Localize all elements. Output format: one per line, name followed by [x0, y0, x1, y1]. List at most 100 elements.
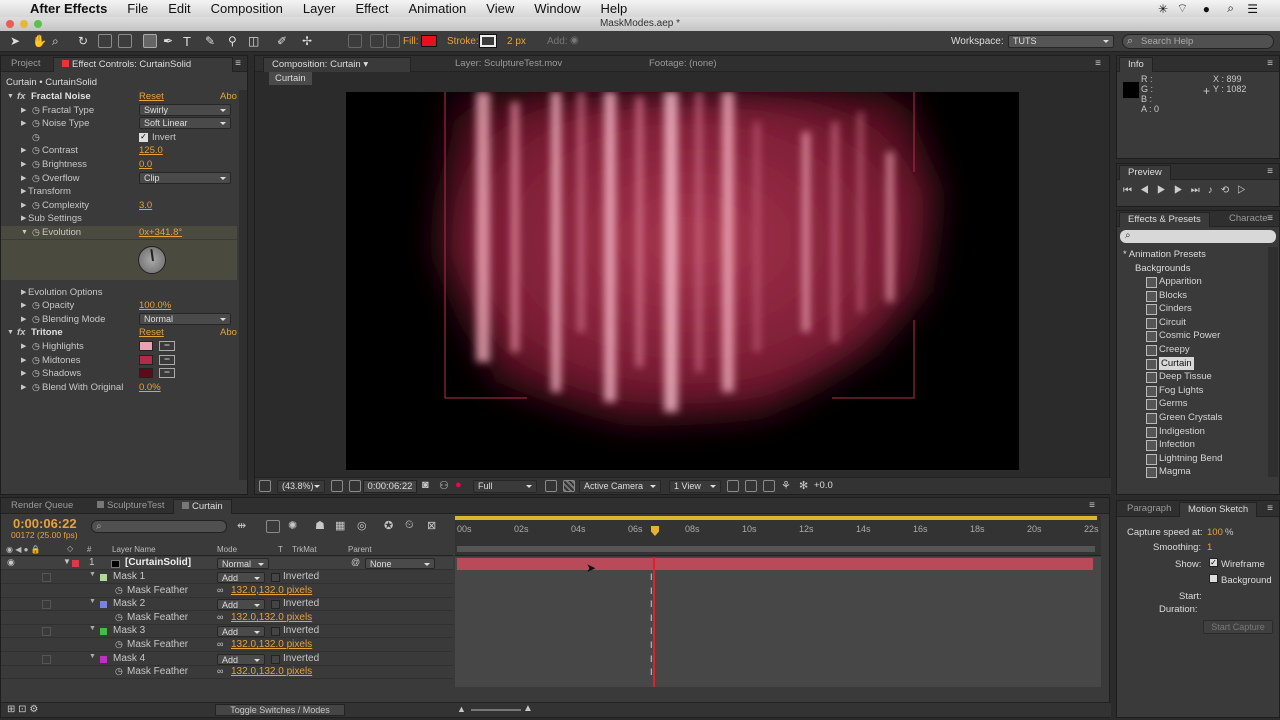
type-tool-icon[interactable]: T	[183, 34, 197, 49]
toggle-switches-modes-button[interactable]: Toggle Switches / Modes	[215, 704, 345, 716]
pan-behind-tool-icon[interactable]	[118, 34, 132, 48]
frame-blending-icon[interactable]: ▦	[335, 519, 345, 532]
mask-feather-row[interactable]: ◷ Mask Feather ∞ 132.0,132.0 pixels	[1, 639, 453, 652]
menu-window[interactable]: Window	[534, 1, 580, 16]
tab-effect-controls[interactable]: Effect Controls: CurtainSolid	[53, 57, 233, 72]
constrain-link-icon[interactable]: ∞	[217, 585, 223, 595]
comp-mini-flowchart-icon[interactable]: ⇹	[237, 519, 246, 532]
menu-composition[interactable]: Composition	[211, 1, 283, 16]
inverted-checkbox[interactable]	[271, 654, 280, 664]
twirl-icon[interactable]: ▶	[21, 340, 26, 353]
work-area-bar[interactable]	[455, 516, 1097, 520]
keyframe-marker[interactable]: I	[650, 626, 653, 636]
fill-swatch[interactable]	[421, 35, 437, 47]
twirl-icon[interactable]: ▶	[21, 299, 26, 312]
stroke-swatch[interactable]	[479, 34, 497, 48]
twirl-icon[interactable]: ▶	[21, 354, 26, 367]
stopwatch-icon[interactable]: ◷	[32, 172, 40, 185]
auto-keyframe-icon[interactable]: ⏲	[405, 519, 414, 532]
color-swatch[interactable]	[139, 354, 153, 365]
inverted-checkbox[interactable]	[271, 573, 280, 582]
loop-icon[interactable]: ⟲	[1221, 185, 1237, 196]
comp-viewer[interactable]	[346, 92, 1019, 470]
hide-shy-icon[interactable]: ☗	[315, 519, 325, 532]
constrain-link-icon[interactable]: ∞	[217, 639, 223, 649]
preset-item-selected[interactable]: Curtain	[1146, 356, 1194, 370]
tab-composition[interactable]: Composition: Curtain ▾	[263, 57, 411, 72]
effect-property-row[interactable]: ▶ ◷ Highlights ═	[1, 340, 237, 353]
tab-info[interactable]: Info	[1119, 57, 1153, 72]
ellipse-tool-icon[interactable]	[143, 34, 157, 48]
ram-preview-icon[interactable]: ▷	[1237, 185, 1254, 196]
hand-tool-icon[interactable]: ✋	[32, 34, 47, 48]
effect-property-select[interactable]: Clip	[139, 171, 231, 184]
stopwatch-icon[interactable]: ◷	[32, 104, 40, 117]
twirl-icon[interactable]: ▼	[7, 90, 14, 103]
app-menu[interactable]: After Effects	[30, 1, 107, 16]
tab-curtain[interactable]: Curtain	[173, 499, 232, 514]
scrollbar[interactable]	[239, 90, 247, 480]
lock-box[interactable]	[42, 600, 51, 610]
effect-property-row[interactable]: ◷ ✓ Invert	[1, 131, 237, 144]
puppet-tool-icon[interactable]: ✢	[302, 34, 316, 48]
mask-name[interactable]: Mask 2	[113, 598, 145, 609]
preset-item[interactable]: Creepy	[1146, 343, 1190, 356]
mask-feather-value[interactable]: 132.0,132.0 pixels	[231, 612, 312, 623]
eyedropper-icon[interactable]: ═	[159, 354, 175, 365]
current-time[interactable]: 0:00:06:22	[363, 480, 417, 493]
parent-select[interactable]: None	[365, 558, 435, 569]
comp-sub-tab[interactable]: Curtain	[269, 72, 312, 85]
effect-property-row[interactable]: ▶ ◷ Noise Type Soft Linear	[1, 117, 237, 130]
snapshot-icon[interactable]: ◙	[422, 479, 429, 491]
zoom-nav-bar[interactable]	[455, 544, 1101, 556]
spotlight-icon[interactable]: ⌕	[1227, 1, 1234, 16]
twirl-icon[interactable]: ▶	[21, 367, 26, 380]
stopwatch-icon[interactable]: ◷	[32, 313, 40, 326]
brightness-icon[interactable]: ✳	[1158, 2, 1168, 16]
audio-icon[interactable]: ♪	[1208, 185, 1221, 196]
tab-motion-sketch[interactable]: Motion Sketch	[1179, 502, 1258, 517]
snap-icon[interactable]	[386, 34, 400, 48]
twirl-icon[interactable]: ▶	[21, 286, 26, 299]
constrain-link-icon[interactable]: ∞	[217, 666, 223, 676]
mask-mode-select[interactable]: Add	[217, 572, 265, 583]
effect-property-row[interactable]: ▶ Sub Settings	[1, 212, 237, 225]
twirl-icon[interactable]: ▶	[21, 172, 26, 185]
twirl-open-icon[interactable]: ▼	[89, 598, 96, 605]
menu-layer[interactable]: Layer	[303, 1, 336, 16]
effect-property-row[interactable]: ▶ ◷ Overflow Clip	[1, 171, 237, 185]
mask-feather-value[interactable]: 132.0,132.0 pixels	[231, 666, 312, 677]
preset-item[interactable]: Magma	[1146, 465, 1191, 479]
brush-tool-icon[interactable]: ✎	[205, 34, 219, 48]
camera-tool-icon[interactable]	[98, 34, 112, 48]
menu-file[interactable]: File	[127, 1, 148, 16]
effect-property-value[interactable]: 0x+341.8°	[139, 226, 182, 239]
zoom-out-icon[interactable]: ▲	[457, 704, 466, 714]
twirl-icon[interactable]: ▶	[21, 158, 26, 171]
effect-property-row[interactable]: ▶ ◷ Brightness 0.0	[1, 158, 237, 171]
tab-effects-presets[interactable]: Effects & Presets	[1119, 212, 1210, 227]
twirl-icon[interactable]: ▶	[21, 144, 26, 157]
live-update-icon[interactable]	[266, 520, 280, 533]
effect-property-row[interactable]: ▼ fx Fractal Noise Reset Abo	[1, 90, 237, 103]
effect-property-select[interactable]: Swirly	[139, 103, 231, 116]
panel-menu-icon[interactable]: ≡	[1267, 166, 1273, 177]
stopwatch-icon[interactable]: ◷	[32, 367, 40, 380]
folder-animation-presets[interactable]: * Animation Presets	[1123, 248, 1206, 261]
lock-box[interactable]	[42, 654, 51, 664]
workspace-select[interactable]: TUTS	[1008, 35, 1114, 48]
draft-3d-icon[interactable]: ✺	[288, 519, 297, 532]
tab-sculpturetest[interactable]: SculptureTest	[89, 499, 173, 514]
stopwatch-icon[interactable]: ◷	[115, 639, 123, 650]
mask-mode-select[interactable]: Add	[217, 626, 265, 638]
channel-icon[interactable]: ●	[455, 479, 462, 491]
menu-edit[interactable]: Edit	[168, 1, 190, 16]
col-layer-name[interactable]: Layer Name	[112, 545, 156, 554]
mask-feather-row[interactable]: ◷ Mask Feather ∞ 132.0,132.0 pixels	[1, 612, 453, 625]
effect-property-row[interactable]: ▶ ◷ Blending Mode Normal	[1, 312, 237, 326]
stopwatch-icon[interactable]: ◷	[32, 199, 40, 212]
pick-whip-icon[interactable]: @	[351, 557, 360, 567]
roto-brush-tool-icon[interactable]: ✐	[277, 34, 291, 48]
transparency-grid-icon[interactable]	[563, 480, 575, 492]
mask-row[interactable]: ▼ Mask 4 Add Inverted	[1, 653, 453, 666]
